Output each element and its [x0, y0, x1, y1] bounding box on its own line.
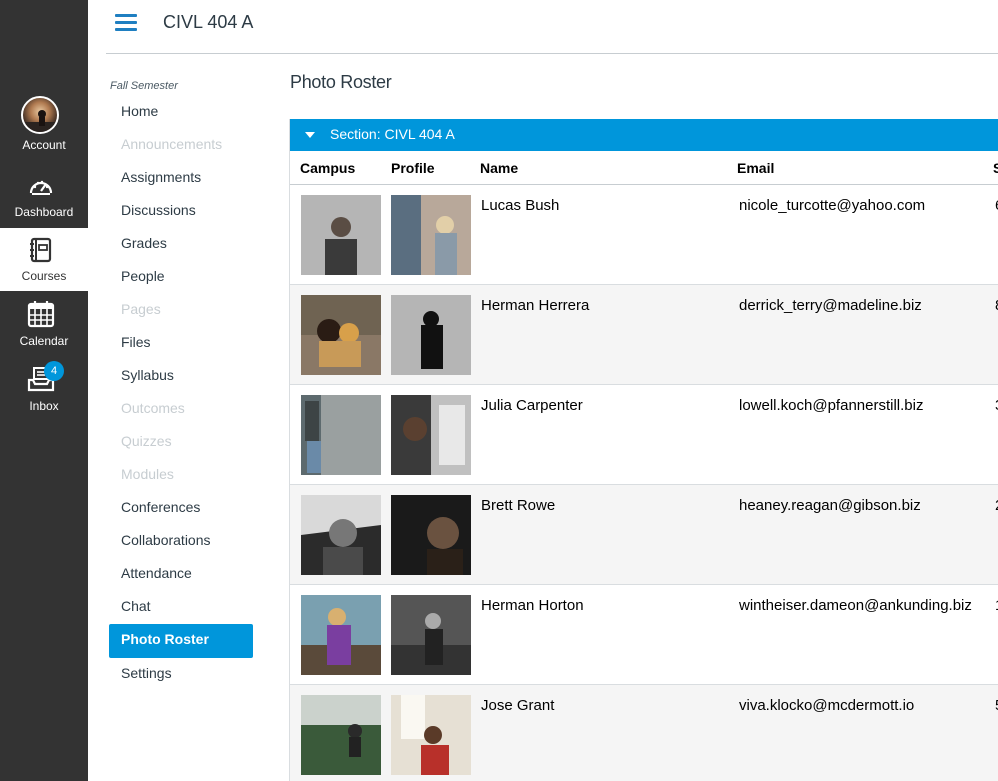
student-name: Herman Herrera: [481, 297, 590, 314]
gnav-account[interactable]: Account: [0, 138, 88, 158]
profile-photo[interactable]: [391, 695, 471, 775]
column-header-extra[interactable]: S: [993, 160, 998, 176]
account-avatar[interactable]: [21, 96, 59, 134]
course-nav-item-outcomes: Outcomes: [121, 400, 185, 416]
gnav-calendar[interactable]: Calendar: [0, 292, 88, 354]
campus-photo[interactable]: [301, 495, 381, 575]
campus-photo[interactable]: [301, 395, 381, 475]
profile-photo[interactable]: [391, 595, 471, 675]
course-menu-toggle[interactable]: [115, 14, 137, 32]
calendar-icon: [27, 301, 55, 328]
student-email: wintheiser.dameon@ankunding.biz: [739, 597, 972, 614]
student-email: viva.klocko@mcdermott.io: [739, 697, 915, 714]
course-nav-item-discussions[interactable]: Discussions: [109, 195, 259, 228]
caret-down-icon: [305, 132, 315, 138]
gnav-courses-label: Courses: [21, 269, 67, 283]
profile-photo[interactable]: [391, 495, 471, 575]
page-title: Photo Roster: [290, 72, 392, 92]
course-nav: Home Announcements Assignments Discussions G…: [109, 96, 259, 691]
course-nav-item-home[interactable]: Home: [109, 96, 259, 129]
student-name: Herman Horton: [481, 597, 584, 614]
course-nav-item-modules: Modules: [121, 466, 174, 482]
section-toggle[interactable]: Section: CIVL 404 A: [290, 119, 998, 151]
campus-photo[interactable]: [301, 695, 381, 775]
inbox-unread-badge: 4: [44, 361, 64, 381]
column-header-name[interactable]: Name: [480, 160, 518, 176]
campus-photo[interactable]: [301, 295, 381, 375]
course-nav-item-collaborations[interactable]: Collaborations: [109, 525, 259, 558]
course-nav-item-syllabus[interactable]: Syllabus: [109, 360, 259, 393]
course-nav-item-files[interactable]: Files: [109, 327, 259, 360]
campus-photo[interactable]: [301, 195, 381, 275]
gnav-dashboard[interactable]: Dashboard: [0, 165, 88, 227]
table-row: Brett Roweheaney.reagan@gibson.biz2: [290, 485, 998, 585]
profile-photo[interactable]: [391, 395, 471, 475]
course-nav-item-photo-roster[interactable]: Photo Roster: [109, 624, 253, 658]
table-row: Herman Horton wintheiser.dameon@ankunding…: [290, 585, 998, 685]
person-silhouette-icon: [23, 110, 57, 132]
gnav-dashboard-label: Dashboard: [14, 205, 74, 219]
table-row: Lucas Bushnicole_turcotte@yahoo.com6: [290, 185, 998, 285]
column-header-email[interactable]: Email: [737, 160, 774, 176]
table-row: Julia Carpenter lowell.koch@pfannerstill.…: [290, 385, 998, 485]
course-nav-item-assignments[interactable]: Assignments: [109, 162, 259, 195]
global-nav: Account Dashboard Courses Calendar Inbox…: [0, 0, 88, 781]
course-nav-item-grades[interactable]: Grades: [109, 228, 259, 261]
gnav-account-label: Account: [22, 138, 66, 152]
student-name: Jose Grant: [481, 697, 555, 714]
student-name: Julia Carpenter: [481, 397, 583, 414]
course-nav-item-pages: Pages: [121, 301, 161, 317]
courses-icon: [30, 237, 52, 263]
course-title[interactable]: CIVL 404 A: [163, 12, 253, 33]
course-nav-item-conferences[interactable]: Conferences: [109, 492, 259, 525]
column-header-campus[interactable]: Campus: [300, 160, 355, 176]
term-label: Fall Semester: [110, 80, 178, 92]
student-email: lowell.koch@pfannerstill.biz: [739, 397, 924, 414]
roster-header: Campus Profile Name Email S: [290, 151, 998, 185]
header-divider: [106, 53, 998, 54]
column-header-profile[interactable]: Profile: [391, 160, 435, 176]
course-nav-item-announcements: Announcements: [121, 136, 223, 152]
dashboard-icon: [29, 180, 53, 195]
course-nav-item-quizzes: Quizzes: [121, 433, 172, 449]
table-row: Herman Herrera derrick_terry@madeline.biz…: [290, 285, 998, 385]
student-name: Lucas Bush: [481, 197, 560, 214]
student-email: derrick_terry@madeline.biz: [739, 297, 922, 314]
section-label: Section: CIVL 404 A: [330, 126, 455, 142]
course-nav-item-settings[interactable]: Settings: [109, 658, 259, 691]
gnav-inbox[interactable]: Inbox: [0, 356, 88, 416]
student-name: Brett Rowe: [481, 497, 556, 514]
course-nav-item-people[interactable]: People: [109, 261, 259, 294]
gnav-inbox-label: Inbox: [29, 399, 59, 413]
course-nav-item-attendance[interactable]: Attendance: [109, 558, 259, 591]
gnav-calendar-label: Calendar: [19, 334, 69, 348]
table-row: Jose Grantviva.klocko@mcdermott.io5: [290, 685, 998, 781]
hamburger-icon: [115, 14, 137, 31]
profile-photo[interactable]: [391, 295, 471, 375]
student-email: nicole_turcotte@yahoo.com: [739, 197, 926, 214]
student-email: heaney.reagan@gibson.biz: [739, 497, 921, 514]
course-nav-item-chat[interactable]: Chat: [109, 591, 259, 624]
gnav-courses[interactable]: Courses: [0, 228, 88, 291]
campus-photo[interactable]: [301, 595, 381, 675]
profile-photo[interactable]: [391, 195, 471, 275]
